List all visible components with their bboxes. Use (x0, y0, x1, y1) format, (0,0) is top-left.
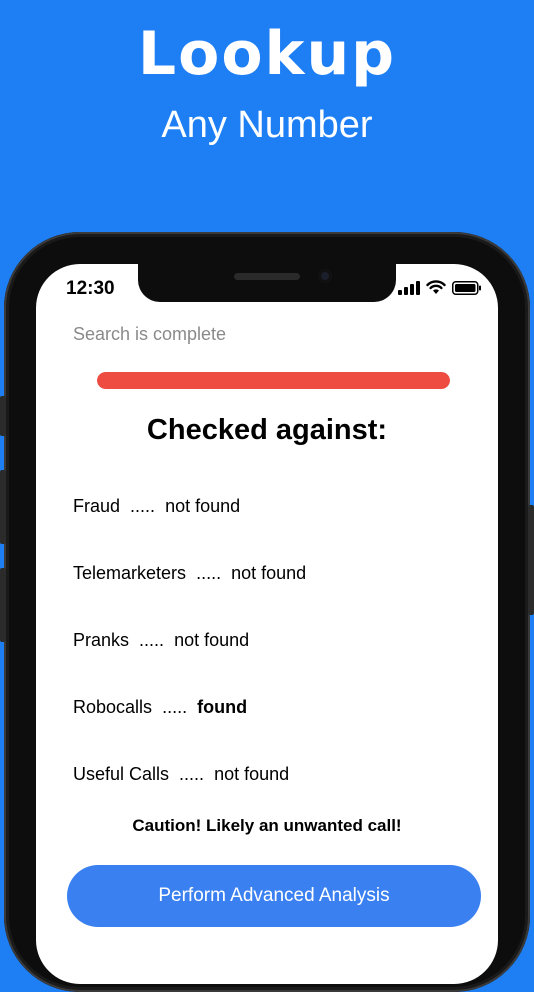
check-result: found (197, 697, 248, 717)
check-list: Fraud ..... not found Telemarketers ....… (73, 496, 306, 831)
check-result: not found (165, 496, 241, 516)
promo-subtitle: Any Number (161, 104, 373, 146)
battery-icon (452, 280, 482, 300)
front-camera (318, 269, 332, 283)
search-progress-bar (97, 372, 450, 389)
check-row-pranks: Pranks ..... not found (73, 630, 306, 697)
power-button (528, 505, 534, 615)
check-separator: ..... (179, 764, 205, 784)
check-result: not found (174, 630, 250, 650)
perform-advanced-analysis-button[interactable]: Perform Advanced Analysis (67, 865, 481, 927)
cellular-signal-icon (398, 280, 420, 300)
caution-warning: Caution! Likely an unwanted call! (132, 816, 402, 835)
check-row-fraud: Fraud ..... not found (73, 496, 306, 563)
promo-title: Lookup (137, 19, 397, 89)
check-name: Useful Calls (73, 764, 170, 784)
check-name: Pranks (73, 630, 130, 650)
check-separator: ..... (196, 563, 222, 583)
side-button (0, 396, 6, 436)
check-result: not found (214, 764, 290, 784)
search-status-text: Search is complete (73, 324, 227, 344)
volume-up-button (0, 470, 6, 544)
check-row-telemarketers: Telemarketers ..... not found (73, 563, 306, 630)
checks-heading: Checked against: (146, 414, 388, 446)
check-separator: ..... (162, 697, 188, 717)
status-time: 12:30 (66, 278, 115, 299)
check-result: not found (231, 563, 307, 583)
search-progress-fill (97, 372, 450, 389)
check-name: Fraud (73, 496, 121, 516)
check-name: Telemarketers (73, 563, 187, 583)
wifi-icon (426, 280, 446, 300)
speaker-grille (234, 273, 300, 280)
check-name: Robocalls (73, 697, 153, 717)
volume-down-button (0, 568, 6, 642)
check-row-robocalls: Robocalls ..... found (73, 697, 306, 764)
check-separator: ..... (130, 496, 156, 516)
notch (138, 264, 396, 302)
phone-screen: 12:30 Search is complete Checked against… (36, 264, 498, 984)
check-separator: ..... (139, 630, 165, 650)
status-icons (398, 280, 482, 300)
